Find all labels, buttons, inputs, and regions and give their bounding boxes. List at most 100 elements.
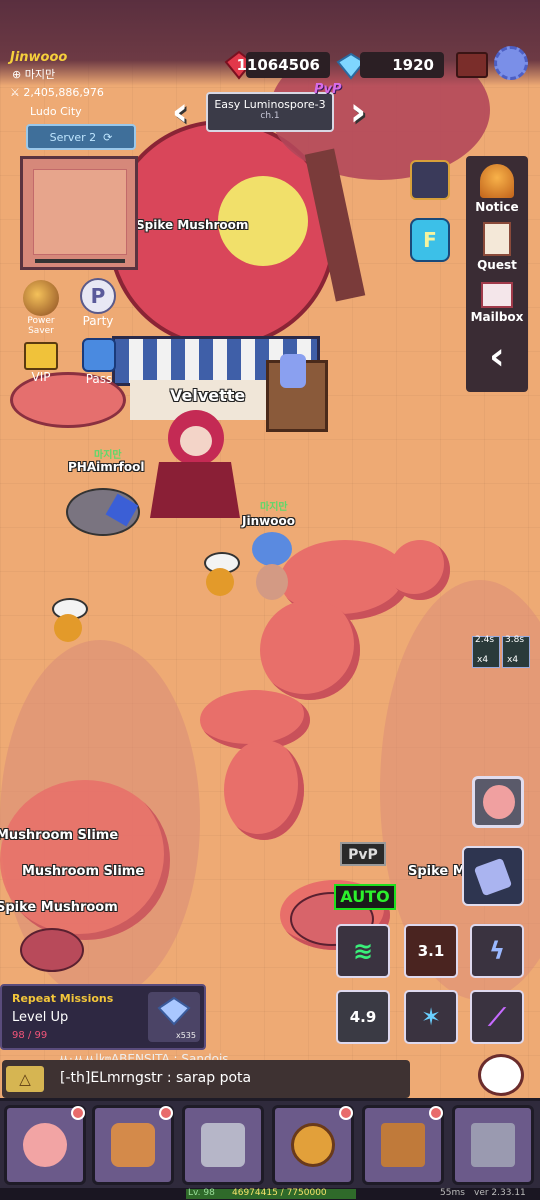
pass-button[interactable]: Pass (78, 338, 120, 386)
mushroom-monster[interactable] (20, 928, 84, 972)
prev-stage-icon[interactable]: ‹ (162, 92, 198, 132)
vip-button[interactable]: VIP (20, 342, 62, 384)
skill-slot-5[interactable]: ✶ (404, 990, 458, 1044)
npc-name: Velvette (170, 386, 246, 405)
mission-reward[interactable]: x535 (148, 992, 200, 1042)
event-icon[interactable]: F (410, 218, 450, 262)
skill-slot-6[interactable]: ⟋ (470, 990, 524, 1044)
event-icon[interactable] (410, 160, 450, 200)
sword-icon: ⚔ (10, 86, 24, 99)
quest-button[interactable]: Quest (466, 222, 528, 272)
nav-shop[interactable] (452, 1105, 534, 1185)
notification-dot (429, 1106, 443, 1120)
cart-icon (471, 1123, 515, 1167)
buff-icon: 2.4s x4 (472, 635, 500, 668)
notice-label: Notice (475, 200, 519, 214)
character-icon (23, 1123, 67, 1167)
notification-dot (339, 1106, 353, 1120)
ruby-counter: 11064506 (237, 52, 330, 78)
wallet-icon[interactable] (456, 52, 488, 78)
exp-label: 46974415 / 7750000 (232, 1188, 327, 1198)
stage-name: Easy Luminospore-3 (214, 98, 326, 111)
mission-task: Level Up (12, 1010, 69, 1025)
skill-slot-2[interactable]: 3.1 (404, 924, 458, 978)
self-name: Jinwooo (242, 514, 295, 528)
right-menu-panel: Notice Quest Mailbox ‹ (466, 156, 528, 392)
version-label: ver 2.33.11 (474, 1188, 526, 1198)
mailbox-button[interactable]: Mailbox (466, 282, 528, 324)
nav-equipment[interactable] (182, 1105, 264, 1185)
other-player-sprite[interactable] (66, 478, 140, 540)
next-stage-icon[interactable]: › (340, 92, 376, 132)
minimap-view (33, 169, 127, 255)
party-button[interactable]: P Party (76, 278, 120, 328)
exp-bar: Lv. 98 46974415 / 7750000 55ms ver 2.33.… (0, 1188, 540, 1200)
npc-velvette[interactable] (150, 410, 240, 520)
flower-patch (390, 540, 450, 600)
refresh-icon: ⟳ (103, 130, 113, 144)
warning-icon[interactable]: △ (6, 1066, 44, 1092)
nav-compass[interactable] (272, 1105, 354, 1185)
guild-icon: ⊕ (12, 68, 25, 81)
pet-sprite (48, 598, 88, 646)
mission-progress: 98 / 99 (12, 1030, 48, 1041)
pvp-tag: PvP (314, 82, 342, 97)
buff-time: 3.8s (505, 635, 525, 645)
swords-icon (201, 1123, 245, 1167)
party-label: Party (82, 314, 114, 328)
location-label: Ludo City (30, 105, 82, 118)
minimap[interactable] (20, 156, 138, 270)
stage-selector[interactable]: Easy Luminospore-3 ch.1 (206, 92, 334, 132)
skill-slot-4[interactable]: 4.9 (336, 990, 390, 1044)
skill-slot-1[interactable]: ≋ (336, 924, 390, 978)
skill-slot-3[interactable]: ϟ (470, 924, 524, 978)
power-saver-button[interactable]: Power Saver (20, 280, 62, 336)
nav-inventory[interactable] (92, 1105, 174, 1185)
envelope-icon (481, 282, 513, 308)
shop-label: Spike Mushroom (136, 218, 249, 232)
pass-label: Pass (85, 372, 113, 386)
missions-header: Repeat Missions (12, 992, 114, 1005)
buff-stack: x4 (507, 655, 519, 665)
collapse-panel-icon[interactable]: ‹ (466, 336, 528, 376)
repeat-missions-panel[interactable]: Repeat Missions Level Up 98 / 99 x535 (0, 984, 206, 1050)
moon-icon (23, 280, 59, 316)
pass-icon (82, 338, 116, 372)
server-button[interactable]: Server 2 ⟳ (26, 124, 136, 150)
other-player-guild: 마지만 (94, 450, 122, 461)
weapon-swap-button[interactable] (462, 846, 524, 906)
chat-bar[interactable]: △ [-th]ELmrngstr : sarap pota (2, 1060, 410, 1098)
flower-patch (224, 740, 304, 840)
gear-icon[interactable] (494, 46, 528, 80)
nav-character[interactable] (4, 1105, 86, 1185)
chat-message: [-th]ELmrngstr : sarap pota (60, 1070, 252, 1086)
pet-portrait-button[interactable] (472, 776, 524, 828)
reward-count: x535 (175, 1031, 196, 1040)
compass-icon (291, 1123, 335, 1167)
skill-cooldown: 4.9 (349, 1008, 377, 1026)
guild-line: ⊕ 마지만 (12, 66, 55, 82)
notification-dot (159, 1106, 173, 1120)
level-label: Lv. 98 (188, 1188, 215, 1198)
self-hair (252, 532, 292, 566)
bell-icon (480, 164, 514, 198)
self-body (256, 564, 288, 600)
pet-sprite (200, 552, 240, 600)
lightning-icon: ϟ (489, 937, 505, 965)
potion-icon (280, 354, 306, 388)
nav-codex[interactable] (362, 1105, 444, 1185)
auto-toggle[interactable]: AUTO (334, 884, 396, 910)
notification-dot (71, 1106, 85, 1120)
sword-slash-icon: ⟋ (488, 1003, 506, 1031)
flower-patch (0, 780, 170, 940)
buff-stack: x4 (477, 655, 489, 665)
mailbox-label: Mailbox (470, 310, 524, 324)
pvp-toggle[interactable]: PvP (340, 842, 386, 866)
power-saver-label: Power Saver (27, 316, 55, 336)
player-name: Jinwooo (10, 50, 68, 65)
book-icon (381, 1123, 425, 1167)
stage-chapter: ch.1 (260, 111, 280, 121)
emote-icon[interactable] (478, 1054, 524, 1096)
other-player-name: PHAimrfool (68, 460, 145, 474)
notice-button[interactable]: Notice (466, 164, 528, 214)
